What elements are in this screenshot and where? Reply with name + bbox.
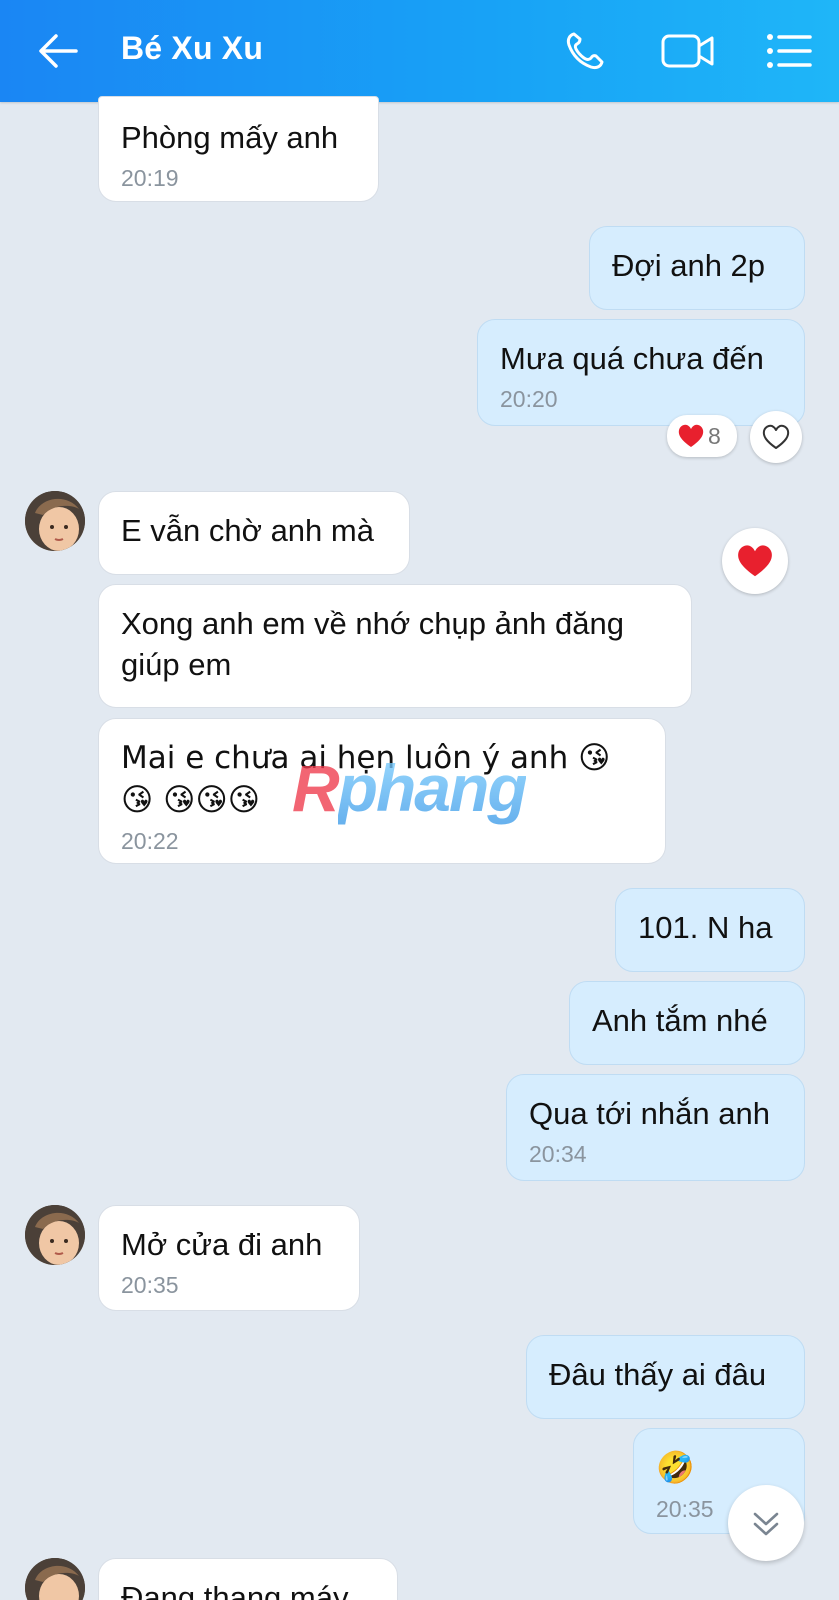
double-chevron-down-icon [753,1512,779,1536]
message-bubble-incoming[interactable]: Đang thang máy [98,1558,398,1600]
message-bubble-outgoing[interactable]: Mưa quá chưa đến 20:20 [477,319,805,426]
contact-avatar[interactable] [25,1558,85,1600]
message-text: E vẫn chờ anh mà [121,513,374,548]
message-bubble-outgoing[interactable]: Đâu thấy ai đâu [526,1335,805,1419]
message-bubble-incoming[interactable]: Mở cửa đi anh 20:35 [98,1205,360,1311]
message-text: 🤣 [656,1450,695,1486]
message-text: Qua tới nhắn anh [529,1096,770,1131]
message-text: Đang thang máy [121,1580,349,1600]
reaction-badge[interactable] [722,528,788,594]
heart-icon [678,424,704,447]
chat-header: Bé Xu Xu [0,0,839,102]
message-bubble-outgoing[interactable]: Qua tới nhắn anh 20:34 [506,1074,805,1181]
message-text: Đợi anh 2p [612,248,766,283]
back-button[interactable] [34,26,84,76]
call-button[interactable] [560,26,610,76]
video-camera-icon [661,34,714,68]
watermark-logo: Rphang [292,751,528,825]
message-time: 20:35 [121,1272,179,1298]
message-text: Anh tắm nhé [592,1003,768,1038]
avatar-image [25,1558,85,1600]
avatar-image [25,491,85,551]
video-call-button[interactable] [660,26,714,76]
message-text: Đâu thấy ai đâu [549,1357,767,1392]
phone-icon [566,32,604,70]
message-time: 20:19 [121,165,179,191]
message-bubble-outgoing[interactable]: Anh tắm nhé [569,981,805,1065]
avatar-image [25,1205,85,1265]
message-time: 20:22 [121,828,179,854]
message-text: 101. N ha [638,910,773,945]
heart-outline-icon [762,424,790,449]
react-button[interactable] [750,411,802,463]
message-time: 20:34 [529,1141,587,1167]
contact-name[interactable]: Bé Xu Xu [121,30,263,67]
message-bubble-outgoing[interactable]: Đợi anh 2p [589,226,805,310]
list-menu-icon [767,34,812,68]
heart-icon [738,545,772,577]
reaction-count: 8 [708,422,721,449]
message-time: 20:20 [500,386,558,412]
message-bubble-incoming[interactable]: Xong anh em về nhớ chụp ảnh đăng giúp em [98,584,692,708]
reaction-summary[interactable]: 8 [667,415,737,457]
message-text: Xong anh em về nhớ chụp ảnh đăng giúp em [121,606,624,682]
message-bubble-incoming[interactable]: E vẫn chờ anh mà [98,491,410,575]
message-bubble-outgoing[interactable]: 101. N ha [615,888,805,972]
message-text: Mưa quá chưa đến [500,341,764,376]
options-button[interactable] [764,26,814,76]
contact-avatar[interactable] [25,491,85,551]
message-text: Mở cửa đi anh [121,1227,323,1262]
contact-avatar[interactable] [25,1205,85,1265]
message-text: Phòng mấy anh [121,120,339,155]
arrow-left-icon [39,34,78,68]
scroll-to-bottom-button[interactable] [728,1485,804,1561]
message-bubble-incoming[interactable]: Phòng mấy anh 20:19 [98,96,379,202]
